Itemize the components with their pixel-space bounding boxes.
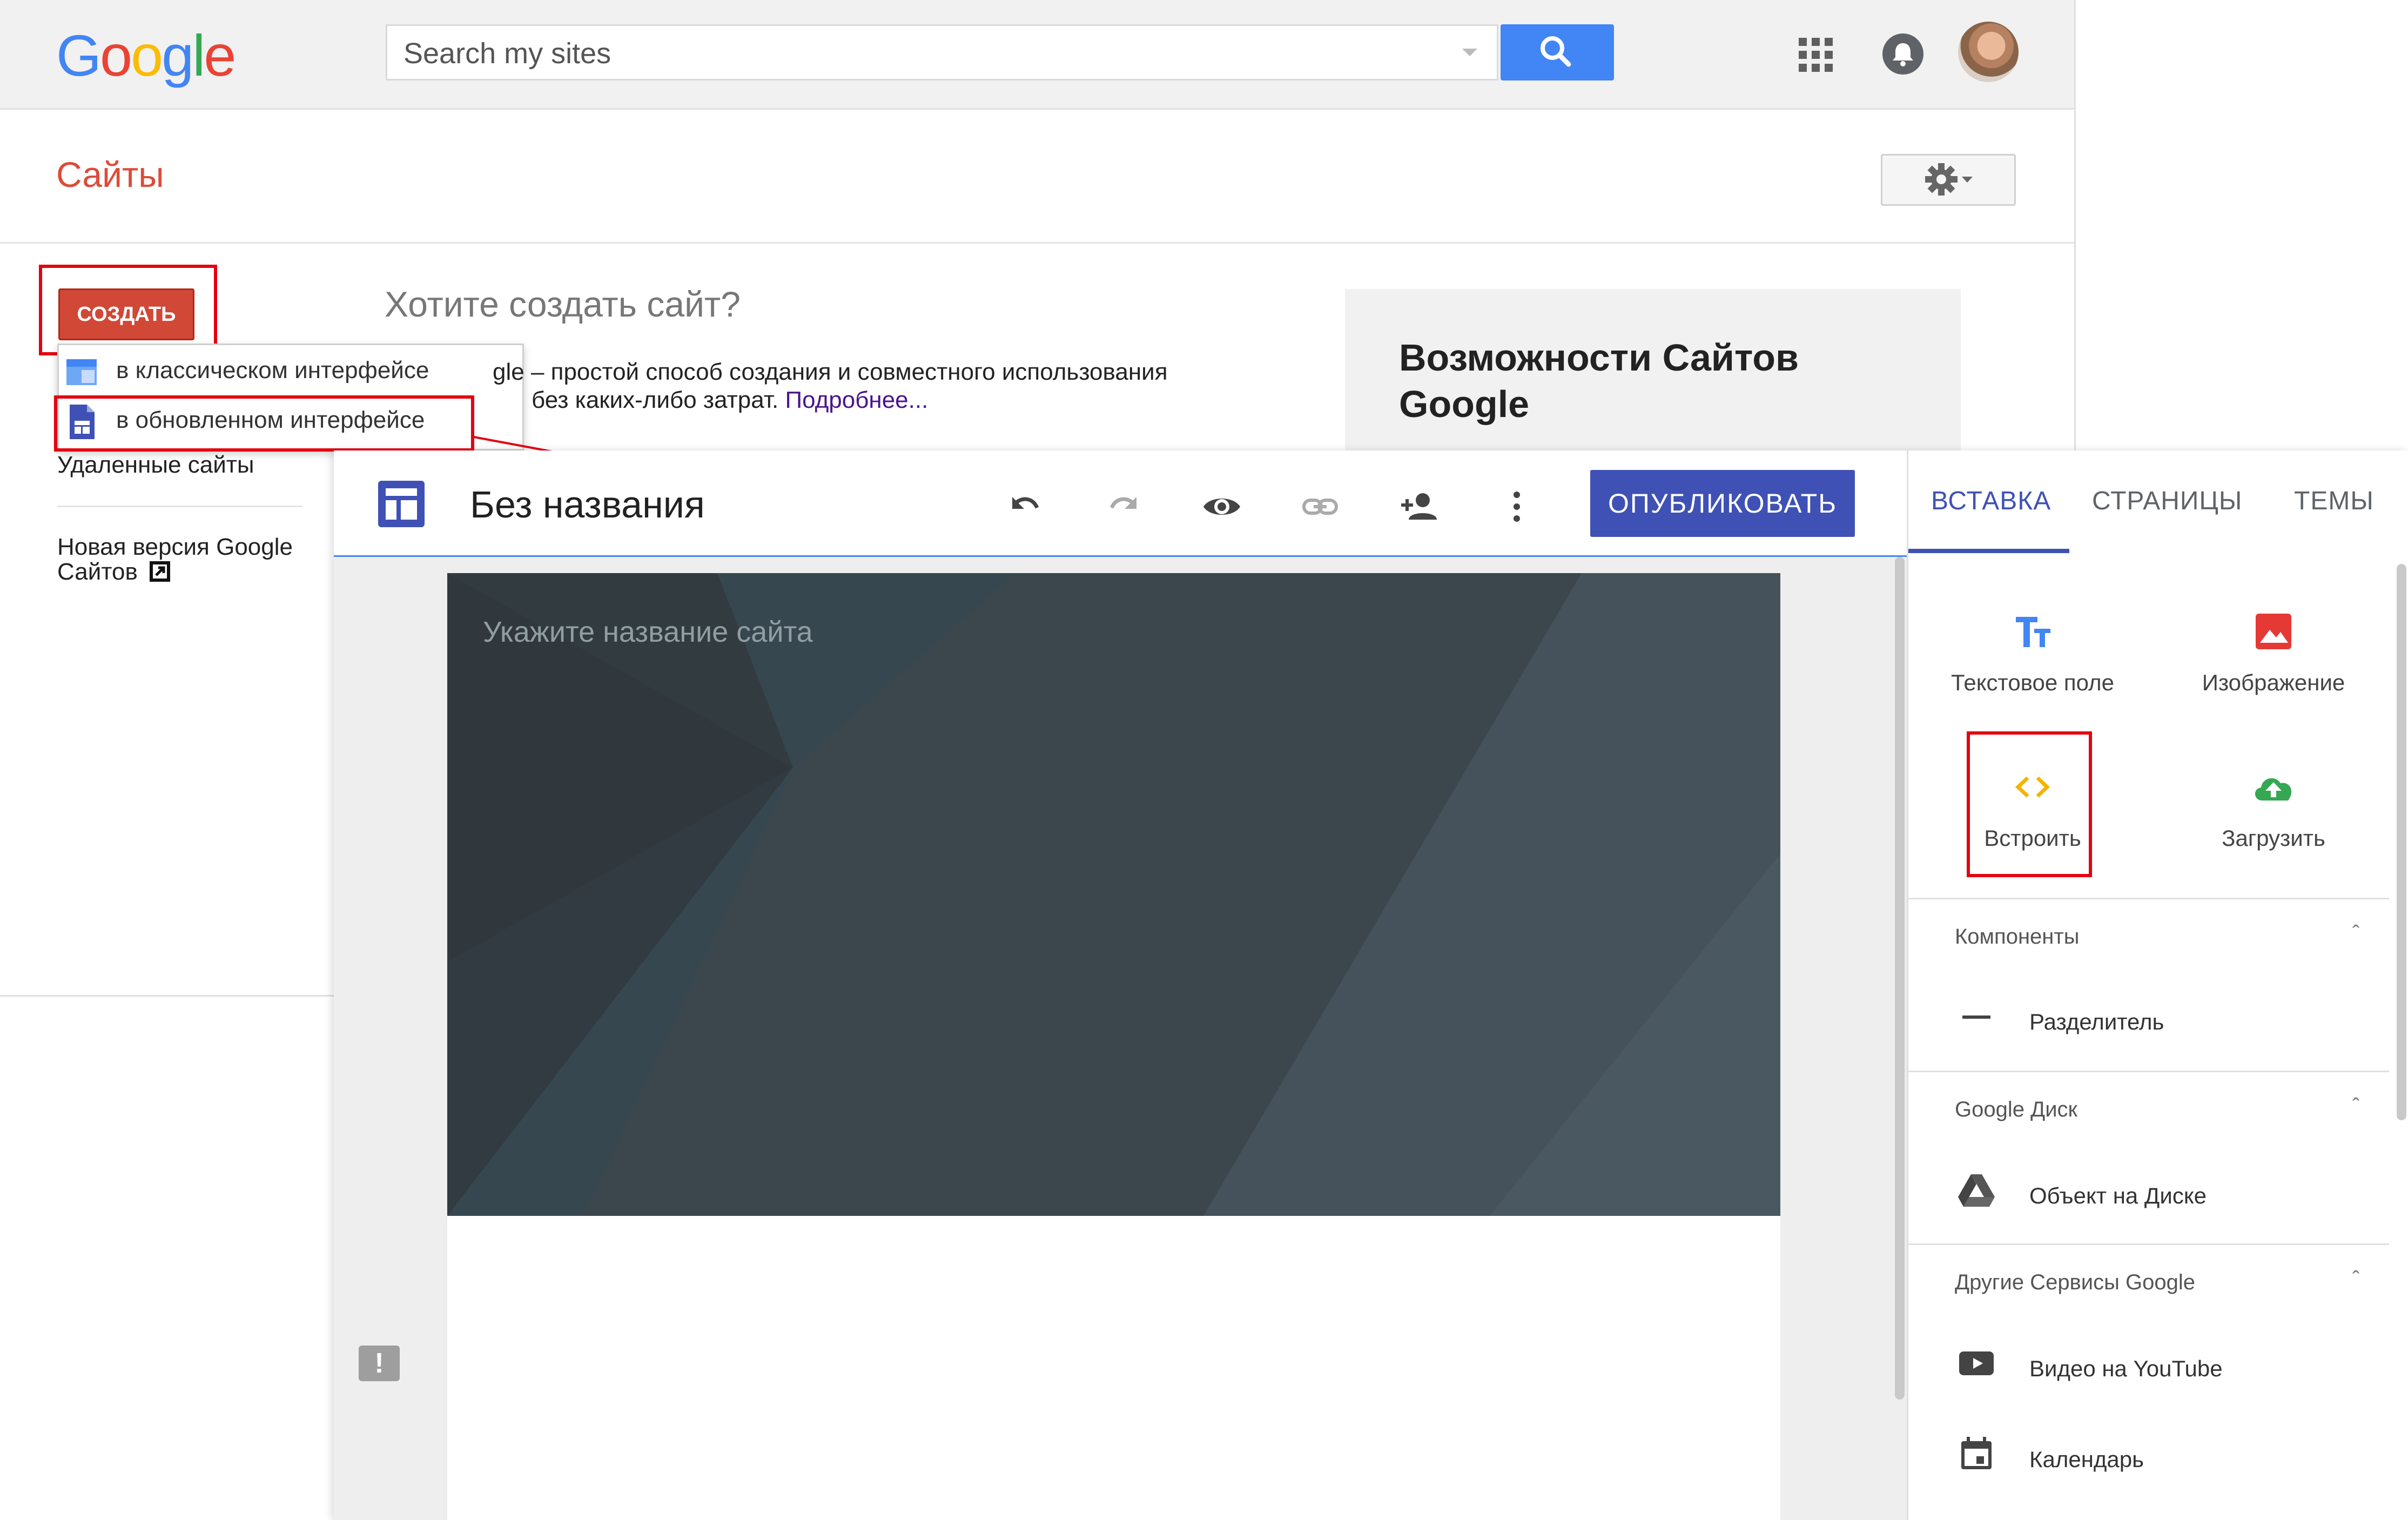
header-background-pattern	[447, 573, 1780, 1216]
editor-toolbar: Без названия ОПУБЛИКОВАТЬ	[334, 450, 1907, 557]
section-components-header[interactable]: Компоненты	[1955, 925, 2079, 949]
youtube-video-item[interactable]: Видео на YouTube	[2029, 1356, 2223, 1382]
google-drive-icon	[1958, 1174, 1995, 1207]
redo-icon[interactable]	[1103, 486, 1144, 527]
editor-canvas: Укажите название сайта !	[334, 557, 1907, 1520]
tab-pages[interactable]: СТРАНИЦЫ	[2092, 486, 2242, 516]
section-drive-header[interactable]: Google Диск	[1955, 1098, 2077, 1122]
embed-button-highlight	[1967, 731, 2092, 877]
collapse-chevron-icon[interactable]: ˆ	[2352, 922, 2359, 946]
canvas-scrollbar[interactable]	[1895, 557, 1905, 1400]
insert-divider-item[interactable]: Разделитель	[2029, 1009, 2164, 1035]
sites-logo-icon[interactable]	[378, 481, 425, 527]
link-icon[interactable]	[1300, 486, 1341, 527]
divider	[1908, 898, 2389, 899]
tool-label: Текстовое поле	[1951, 670, 2114, 695]
divider	[1908, 1243, 2389, 1245]
undo-icon[interactable]	[1005, 486, 1046, 527]
preview-eye-icon[interactable]	[1201, 486, 1242, 527]
share-add-person-icon[interactable]	[1398, 486, 1439, 527]
active-tab-indicator	[1908, 549, 2069, 553]
insert-text-box-button[interactable]: Текстовое поле	[1919, 607, 2146, 696]
page-body[interactable]	[447, 1216, 1780, 1520]
upload-button[interactable]: Загрузить	[2160, 763, 2387, 851]
calendar-icon	[1961, 1437, 1992, 1469]
section-google-services-header[interactable]: Другие Сервисы Google	[1955, 1270, 2195, 1295]
text-box-icon	[2008, 607, 2057, 656]
calendar-item[interactable]: Календарь	[2029, 1447, 2144, 1472]
more-options-icon[interactable]	[1496, 486, 1537, 527]
tab-insert[interactable]: ВСТАВКА	[1931, 486, 2051, 516]
divider-line-icon	[1962, 1015, 1990, 1019]
image-icon	[2249, 607, 2298, 656]
divider	[1908, 1071, 2389, 1072]
tab-themes[interactable]: ТЕМЫ	[2294, 486, 2374, 516]
youtube-icon	[1959, 1351, 1994, 1375]
insert-image-button[interactable]: Изображение	[2160, 607, 2387, 696]
collapse-chevron-icon[interactable]: ˆ	[2352, 1094, 2359, 1119]
publish-button[interactable]: ОПУБЛИКОВАТЬ	[1590, 470, 1855, 537]
site-name-placeholder[interactable]: Укажите название сайта	[483, 615, 813, 649]
drive-object-item[interactable]: Объект на Диске	[2029, 1183, 2207, 1209]
site-title-field[interactable]: Без названия	[470, 483, 705, 526]
new-sites-editor-window: Без названия ОПУБЛИКОВАТЬ Укажите назван…	[334, 450, 2408, 1520]
insert-side-panel: ВСТАВКА СТРАНИЦЫ ТЕМЫ Текстовое поле Изо…	[1907, 450, 2408, 1520]
collapse-chevron-icon[interactable]: ˆ	[2352, 1267, 2359, 1292]
side-panel-scrollbar[interactable]	[2397, 564, 2406, 1120]
site-header-banner[interactable]: Укажите название сайта	[447, 573, 1780, 1216]
feedback-icon[interactable]: !	[359, 1346, 400, 1381]
tool-label: Загрузить	[2222, 825, 2325, 851]
upload-cloud-icon	[2249, 763, 2298, 811]
tool-label: Изображение	[2202, 670, 2345, 695]
